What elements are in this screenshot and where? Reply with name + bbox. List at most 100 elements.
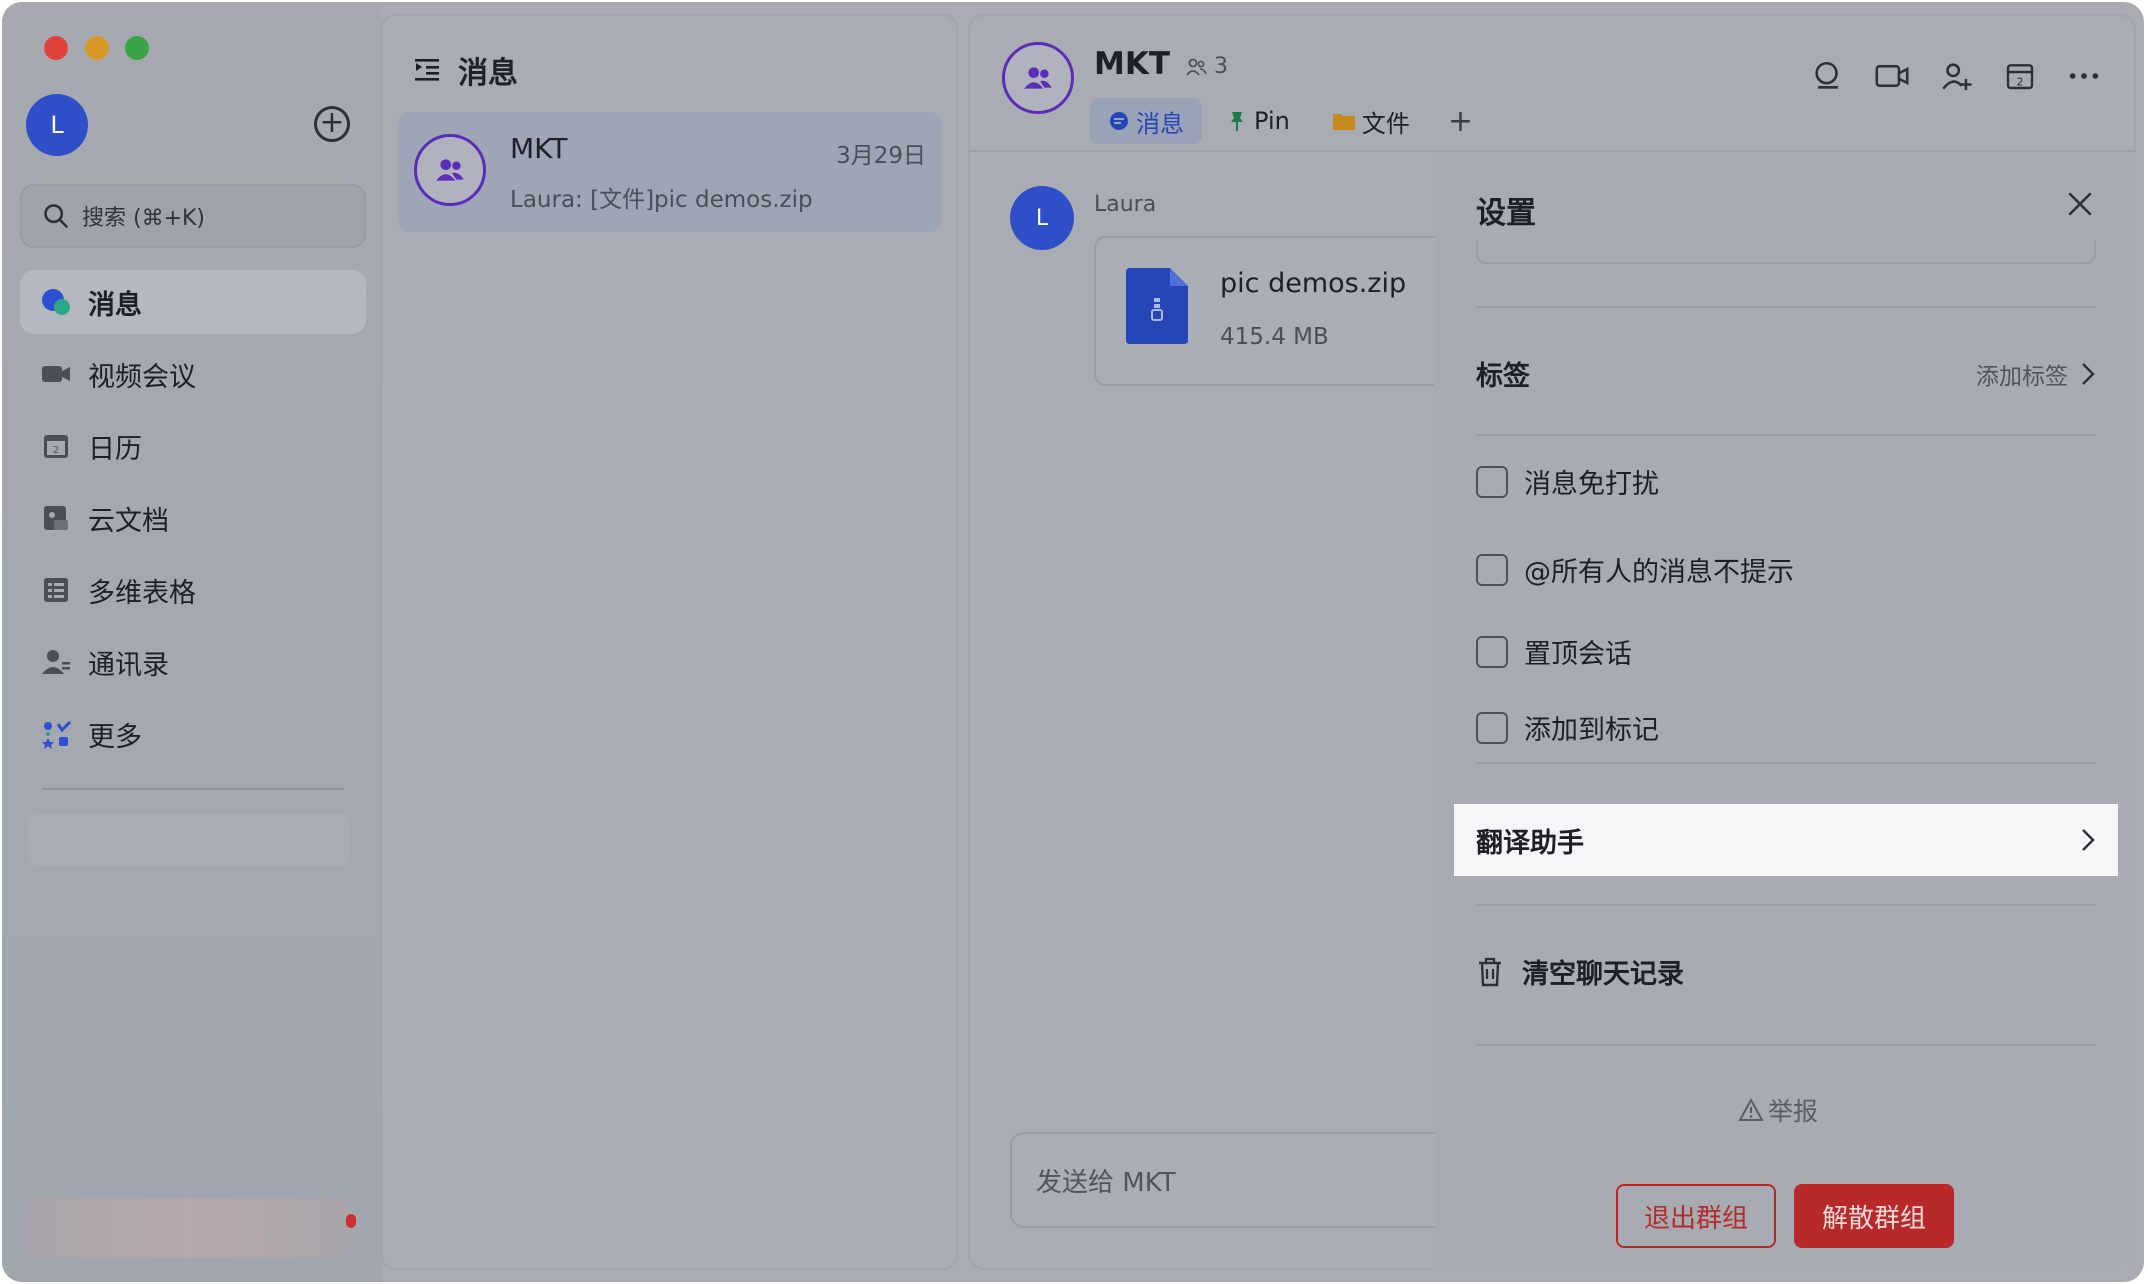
- sidebar-item-calendar[interactable]: 2 日历: [20, 414, 366, 478]
- chat-search-button[interactable]: [1808, 56, 1848, 96]
- sidebar-item-label: 多维表格: [88, 577, 196, 609]
- sidebar-item-label: 云文档: [88, 505, 169, 537]
- settings-divider: [1476, 762, 2096, 764]
- sender-avatar[interactable]: L: [1010, 186, 1074, 250]
- clear-history-label: 清空聊天记录: [1522, 959, 1684, 990]
- chat-bubble-icon: [40, 286, 72, 318]
- file-size: 415.4 MB: [1220, 324, 1329, 350]
- chat-bubble-icon: [1108, 110, 1130, 132]
- option-label: @所有人的消息不提示: [1524, 557, 1794, 588]
- blurred-sidebar-item: [28, 814, 350, 866]
- option-mute-at-all[interactable]: @所有人的消息不提示: [1476, 550, 1794, 589]
- close-icon[interactable]: [2064, 188, 2096, 220]
- report-link[interactable]: 举报: [1738, 1092, 1818, 1128]
- option-label: 添加到标记: [1524, 715, 1659, 746]
- self-avatar[interactable]: L: [26, 94, 88, 156]
- sidebar-item-more[interactable]: 更多: [20, 702, 366, 766]
- search-input[interactable]: 搜索 (⌘+K): [20, 184, 366, 248]
- option-add-to-flag[interactable]: 添加到标记: [1476, 708, 1659, 747]
- add-icon[interactable]: +: [314, 106, 350, 142]
- apps-grid-icon: [40, 718, 72, 750]
- tab-label: Pin: [1254, 107, 1290, 135]
- conversation-list: 消息 MKT 3月29日 Laura: [文件]pic demos.zip: [380, 14, 958, 1270]
- search-icon: [44, 204, 68, 228]
- add-tag-text: 添加标签: [1976, 363, 2068, 390]
- checkbox[interactable]: [1476, 465, 1508, 498]
- report-label: 举报: [1768, 1097, 1819, 1126]
- minimize-window-button[interactable]: [85, 36, 109, 60]
- tab-messages[interactable]: 消息: [1090, 98, 1202, 144]
- add-tag-link[interactable]: 添加标签: [1976, 357, 2096, 391]
- chat-header: MKT 3 消息 Pin 文件 + 2: [970, 16, 2134, 152]
- video-camera-icon: [40, 358, 72, 390]
- checkbox[interactable]: [1476, 711, 1508, 744]
- group-avatar: [414, 134, 486, 206]
- sidebar-item-label: 消息: [88, 289, 142, 321]
- list-item[interactable]: MKT 3月29日 Laura: [文件]pic demos.zip: [398, 112, 942, 232]
- more-options-button[interactable]: [2064, 56, 2104, 96]
- add-member-button[interactable]: [1936, 56, 1976, 96]
- member-count[interactable]: 3: [1184, 54, 1228, 79]
- pin-icon: [1226, 110, 1248, 132]
- collapse-list-icon[interactable]: [412, 55, 442, 85]
- close-window-button[interactable]: [44, 36, 68, 60]
- warning-icon: [1738, 1098, 1764, 1121]
- translate-label: 翻译助手: [1476, 827, 1584, 859]
- list-header: 消息: [412, 48, 518, 92]
- sidebar-divider: [42, 788, 344, 790]
- option-label: 消息免打扰: [1524, 469, 1659, 500]
- group-icon: [436, 159, 464, 181]
- file-name: pic demos.zip: [1220, 268, 1407, 299]
- option-pin-chat[interactable]: 置顶会话: [1476, 632, 1632, 671]
- svg-text:2: 2: [2017, 75, 2024, 88]
- sidebar-item-cloud-docs[interactable]: 云文档: [20, 486, 366, 550]
- sidebar: L + 搜索 (⌘+K) 消息 视频会议 2 日历 云文档 多维表格 通讯录 更…: [2, 2, 382, 1282]
- trash-icon: [1479, 957, 1501, 986]
- settings-divider: [1476, 306, 2096, 308]
- settings-divider: [1476, 904, 2096, 906]
- tab-label: 消息: [1136, 109, 1184, 138]
- folder-icon: [1332, 110, 1356, 132]
- dissolve-group-button[interactable]: 解散群组: [1794, 1184, 1954, 1248]
- settings-drawer: 设置 标签 添加标签 消息免打扰 @所有人的消息不提示 置顶会话 添加到标记 翻…: [1434, 152, 2136, 1270]
- list-title: 消息: [458, 56, 518, 91]
- chat-tabs: 消息 Pin 文件 +: [1090, 98, 1487, 144]
- zoom-window-button[interactable]: [125, 36, 149, 60]
- option-mute[interactable]: 消息免打扰: [1476, 462, 1659, 501]
- sidebar-item-label: 更多: [88, 721, 142, 753]
- tab-files[interactable]: 文件: [1314, 98, 1428, 144]
- app-window: L + 搜索 (⌘+K) 消息 视频会议 2 日历 云文档 多维表格 通讯录 更…: [2, 2, 2144, 1282]
- checkbox[interactable]: [1476, 635, 1508, 668]
- more-horizontal-icon: [2069, 73, 2099, 79]
- calendar-icon: 2: [2006, 64, 2034, 90]
- clear-history-button[interactable]: 清空聊天记录: [1476, 952, 1684, 991]
- add-tab-button[interactable]: +: [1434, 98, 1487, 144]
- tag-row[interactable]: 标签 添加标签: [1476, 354, 2096, 393]
- sidebar-item-base[interactable]: 多维表格: [20, 558, 366, 622]
- chat-calendar-button[interactable]: 2: [2000, 56, 2040, 96]
- tab-pin[interactable]: Pin: [1208, 98, 1308, 144]
- group-icon: [1024, 67, 1052, 89]
- message-input-placeholder: 发送给 MKT: [1036, 1167, 1176, 1198]
- zip-file-icon: [1126, 268, 1188, 344]
- chevron-right-icon: [2082, 362, 2095, 385]
- blurred-sidebar-footer: [28, 1198, 350, 1258]
- video-camera-icon: [1875, 65, 1909, 87]
- settings-divider: [1476, 1044, 2096, 1046]
- sidebar-item-messages[interactable]: 消息: [20, 270, 366, 334]
- sidebar-item-contacts[interactable]: 通讯录: [20, 630, 366, 694]
- checkbox[interactable]: [1476, 553, 1508, 586]
- chat-preview: Laura: [文件]pic demos.zip: [510, 187, 813, 213]
- sidebar-item-video-meeting[interactable]: 视频会议: [20, 342, 366, 406]
- tag-label: 标签: [1476, 361, 1530, 392]
- tab-label: 文件: [1361, 109, 1410, 138]
- leave-group-button[interactable]: 退出群组: [1616, 1184, 1776, 1248]
- translate-assistant-row[interactable]: 翻译助手: [1454, 804, 2118, 876]
- video-call-button[interactable]: [1872, 56, 1912, 96]
- settings-divider: [1476, 434, 2096, 436]
- calendar-icon: 2: [40, 430, 72, 462]
- cloud-doc-icon: [40, 502, 72, 534]
- sidebar-item-label: 日历: [88, 433, 142, 465]
- group-avatar[interactable]: [1002, 42, 1074, 114]
- svg-text:2: 2: [53, 445, 59, 456]
